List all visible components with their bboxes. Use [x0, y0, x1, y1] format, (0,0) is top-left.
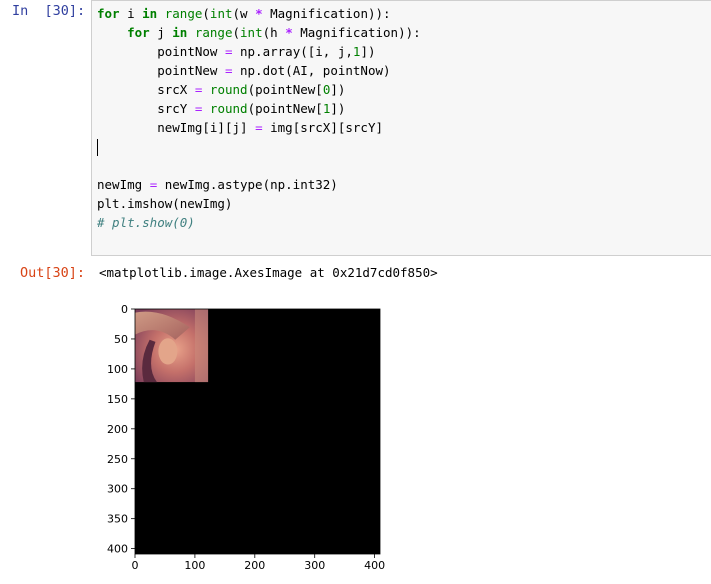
code-line: pointNow = np.array([i, j,1])	[157, 44, 376, 59]
y-tick-label: 150	[107, 393, 128, 406]
y-tick-label: 300	[107, 483, 128, 496]
y-tick-label: 0	[121, 303, 128, 316]
photo-edge-shape	[194, 309, 209, 383]
x-tick-label: 200	[244, 559, 265, 572]
imshow-figure: 0 100 200 300 400 0 50 100 150 200 250 300 350 400	[107, 303, 385, 572]
x-tick-label: 100	[184, 559, 205, 572]
y-tick-label: 100	[107, 363, 128, 376]
code-line: newImg[i][j] = img[srcX][srcY]	[157, 120, 384, 135]
code-line: for j in range(int(h * Magnification)):	[127, 25, 421, 40]
photo-face-shape	[158, 338, 178, 365]
x-tick-label: 400	[364, 559, 385, 572]
y-tick-label: 400	[107, 543, 128, 556]
code-line: for i in range(int(w * Magnification)):	[97, 6, 391, 21]
code-editor[interactable]: for i in range(int(w * Magnification)): …	[97, 4, 421, 232]
imshow-plot: 0 100 200 300 400 0 50 100 150 200 250 300 350 400	[96, 296, 396, 580]
y-tick-label: 350	[107, 513, 128, 526]
output-prompt: Out[30]:	[20, 265, 86, 281]
code-line: plt.imshow(newImg)	[97, 196, 233, 211]
code-line: pointNew = np.dot(AI, pointNow)	[157, 63, 391, 78]
x-tick-label: 300	[304, 559, 325, 572]
code-input-area[interactable]: for i in range(int(w * Magnification)): …	[91, 0, 711, 256]
x-tick-label: 0	[132, 559, 139, 572]
input-prompt: In [30]:	[12, 3, 86, 19]
code-line: srcX = round(pointNew[0])	[157, 82, 346, 97]
y-tick-label: 50	[114, 333, 128, 346]
text-cursor	[97, 139, 98, 156]
code-line: newImg = newImg.astype(np.int32)	[97, 177, 338, 192]
y-tick-label: 250	[107, 453, 128, 466]
code-line: srcY = round(pointNew[1])	[157, 101, 346, 116]
code-line-cursor	[97, 137, 421, 156]
code-line: # plt.show(0)	[97, 215, 195, 230]
output-repr-text: <matplotlib.image.AxesImage at 0x21d7cd0…	[99, 265, 438, 280]
y-tick-label: 200	[107, 423, 128, 436]
